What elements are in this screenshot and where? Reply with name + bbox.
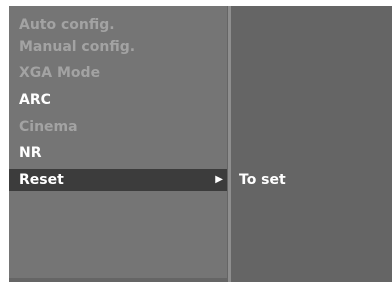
menu-item-manual-config[interactable]: Manual config. <box>9 36 227 58</box>
menu-item-label: Reset <box>19 172 64 188</box>
menu-item-xga-mode[interactable]: XGA Mode <box>9 62 227 84</box>
menu-item-arc[interactable]: ARC <box>9 89 227 111</box>
menu-item-label: ARC <box>19 92 51 108</box>
menu-item-auto-config[interactable]: Auto config. <box>9 14 227 36</box>
panel-divider <box>228 6 231 282</box>
menu-item-label: Auto config. <box>19 17 115 33</box>
menu-item-label: Manual config. <box>19 39 136 55</box>
menu-item-label: XGA Mode <box>19 65 101 81</box>
menu-item-cinema[interactable]: Cinema <box>9 116 227 138</box>
submenu-option-to-set[interactable]: To set <box>239 169 286 191</box>
menu-item-label: Cinema <box>19 119 78 135</box>
arrow-right-icon: ▶ <box>215 174 223 185</box>
menu-item-nr[interactable]: NR <box>9 142 227 164</box>
menu-item-reset[interactable]: Reset ▶ <box>9 169 227 191</box>
osd-menu: Auto config. Manual config. XGA Mode ARC… <box>9 6 392 282</box>
menu-panel: Auto config. Manual config. XGA Mode ARC… <box>9 6 227 278</box>
menu-item-label: NR <box>19 145 42 161</box>
